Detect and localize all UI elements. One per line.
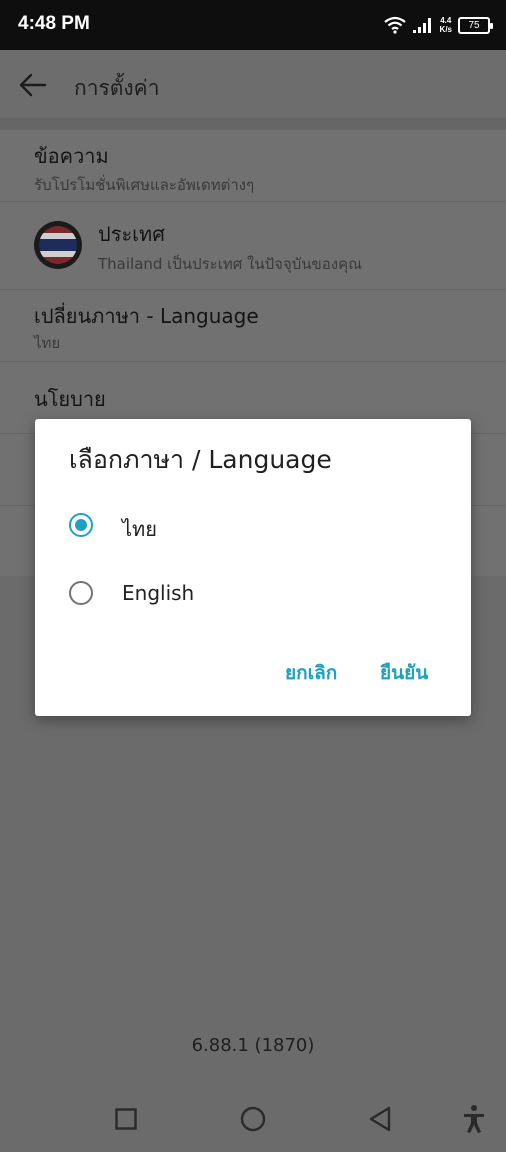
network-speed-value: 4.4 xyxy=(440,16,452,25)
section-divider xyxy=(0,118,506,130)
radio-unselected-icon[interactable] xyxy=(69,581,93,605)
option-label: English xyxy=(122,581,195,605)
settings-item-messages[interactable]: ข้อความ รับโปรโมชั่นพิเศษและอัพเดทต่างๆ xyxy=(0,130,506,202)
signal-icon xyxy=(412,18,431,33)
back-arrow-icon[interactable] xyxy=(18,70,48,100)
status-icons: 4.4 K/s 75 xyxy=(383,12,493,38)
settings-item-subtitle: ไทย xyxy=(34,334,61,352)
app-toolbar: การตั้งค่า xyxy=(0,50,506,118)
accessibility-icon[interactable] xyxy=(462,1104,486,1134)
radio-selected-icon[interactable] xyxy=(69,513,93,537)
system-nav-bar xyxy=(0,1082,506,1152)
thailand-flag-icon xyxy=(34,221,82,269)
settings-item-subtitle: รับโปรโมชั่นพิเศษและอัพเดทต่างๆ xyxy=(34,176,255,194)
app-version: 6.88.1 (1870) xyxy=(191,1035,315,1056)
page-title: การตั้งค่า xyxy=(74,76,160,100)
settings-item-title: ประเทศ xyxy=(98,222,165,246)
cancel-button[interactable]: ยกเลิก xyxy=(285,658,337,688)
home-circle-icon[interactable] xyxy=(240,1106,266,1132)
dialog-title: เลือกภาษา / Language xyxy=(69,445,332,474)
settings-item-title: ข้อความ xyxy=(34,144,109,168)
status-time: 4:48 PM xyxy=(18,13,90,34)
settings-item-title: นโยบาย xyxy=(34,387,106,411)
wifi-icon xyxy=(383,16,406,34)
recents-square-icon[interactable] xyxy=(115,1108,137,1130)
status-bar: 4:48 PM 4.4 K/s 75 xyxy=(0,0,506,50)
network-speed: 4.4 K/s xyxy=(440,16,452,34)
language-option-thai[interactable]: ไทย xyxy=(69,503,449,551)
back-triangle-icon[interactable] xyxy=(368,1106,392,1132)
language-dialog: เลือกภาษา / Language ไทย English ยกเลิก … xyxy=(35,419,471,716)
battery-icon: 75 xyxy=(458,16,493,34)
settings-item-subtitle: Thailand เป็นประเทศ ในปัจจุบันของคุณ xyxy=(98,255,363,273)
confirm-button[interactable]: ยืนยัน xyxy=(380,658,428,688)
settings-item-language[interactable]: เปลี่ยนภาษา - Language ไทย xyxy=(0,290,506,362)
language-option-english[interactable]: English xyxy=(69,571,449,619)
network-speed-unit: K/s xyxy=(439,25,452,34)
option-label: ไทย xyxy=(122,517,157,541)
settings-item-title: เปลี่ยนภาษา - Language xyxy=(34,304,259,328)
